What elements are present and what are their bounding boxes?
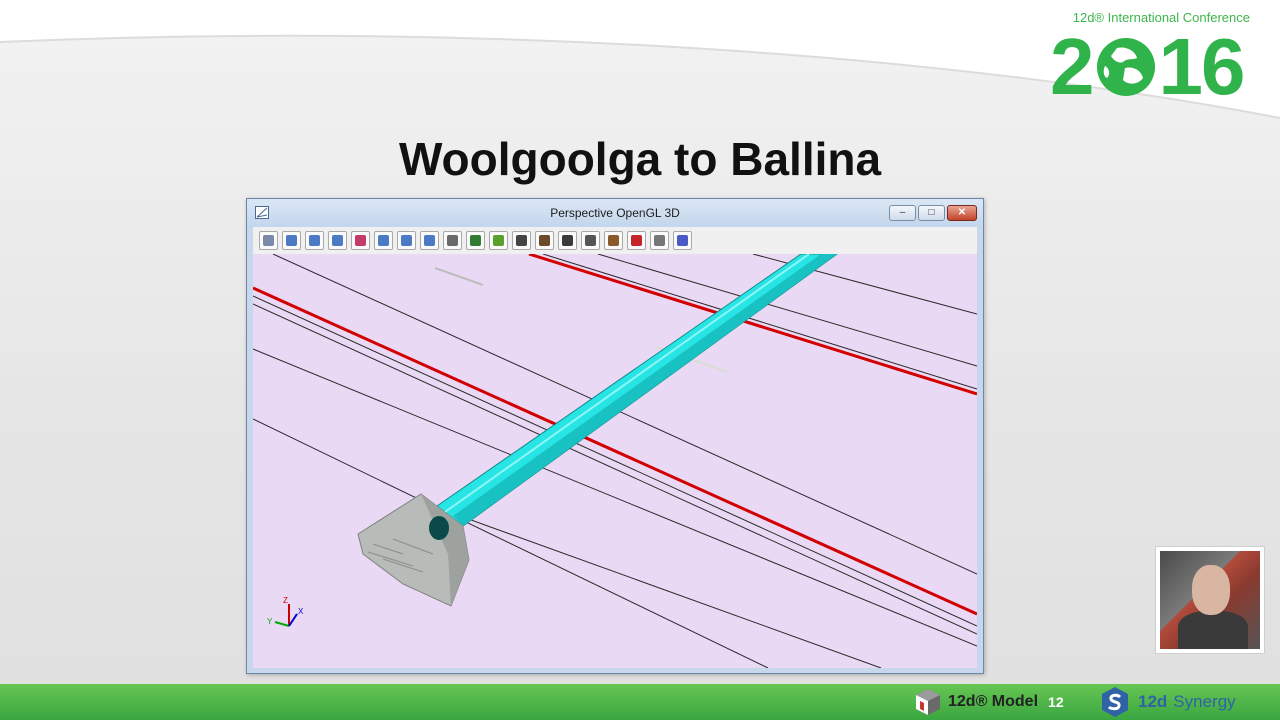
drape-button[interactable] — [604, 231, 623, 250]
window-titlebar[interactable]: Perspective OpenGL 3D – □ ✕ — [247, 199, 983, 227]
year-digits-sixteen: 16 — [1158, 22, 1246, 111]
maximize-icon: □ — [928, 207, 935, 218]
12d-model-cube-icon — [916, 689, 940, 715]
globe-icon — [1096, 38, 1155, 96]
presenter-webcam — [1155, 546, 1265, 654]
window-title: Perspective OpenGL 3D — [550, 206, 680, 220]
zoom-to-point-icon — [355, 235, 366, 246]
eye-icon — [470, 235, 481, 246]
slide-title: Woolgoolga to Ballina — [398, 133, 882, 185]
red-line — [253, 286, 977, 616]
opengl-window[interactable]: Perspective OpenGL 3D – □ ✕ Z Y X — [246, 198, 984, 674]
redraw-icon — [263, 235, 274, 246]
y-axis — [274, 621, 290, 627]
3d-viewport[interactable]: Z Y X — [253, 254, 977, 668]
close-button[interactable]: ✕ — [947, 205, 977, 221]
zoom-out-button[interactable] — [305, 231, 324, 250]
12d-model-version: 12 — [1048, 694, 1064, 710]
lighting-icon — [539, 235, 550, 246]
camera-icon — [516, 235, 527, 246]
12d-synergy-brand: 12d Synergy — [1100, 684, 1236, 720]
print-button[interactable] — [627, 231, 646, 250]
tilt-button[interactable] — [443, 231, 462, 250]
axis-indicator: Z Y X — [267, 596, 304, 627]
string-line — [542, 254, 977, 390]
synergy-name-label: Synergy — [1173, 692, 1236, 711]
z-axis-label: Z — [283, 596, 288, 605]
tilt-icon — [447, 235, 458, 246]
presenter-shirt — [1178, 611, 1248, 649]
footer-bar: 12d® Model 12 12d Synergy — [0, 684, 1280, 720]
fly-icon — [493, 235, 504, 246]
minimize-button[interactable]: – — [889, 205, 916, 221]
copy-icon — [654, 235, 665, 246]
scene-svg: Z Y X — [253, 254, 977, 668]
close-icon: ✕ — [957, 207, 967, 218]
zoom-extent-icon — [401, 235, 412, 246]
zoom-button[interactable] — [420, 231, 439, 250]
string-line — [253, 295, 977, 627]
print-icon — [631, 235, 642, 246]
walk-button[interactable] — [558, 231, 577, 250]
year-digit-two: 2 — [1050, 22, 1094, 111]
y-axis-label: Y — [267, 617, 273, 626]
zoom-icon — [424, 235, 435, 246]
pipe-opening — [429, 516, 449, 540]
walk-icon — [562, 235, 573, 246]
cyan-pipe — [436, 254, 838, 527]
settings-icon — [677, 235, 688, 246]
zoom-to-point-button[interactable] — [351, 231, 370, 250]
x-axis — [288, 613, 298, 627]
settings-button[interactable] — [673, 231, 692, 250]
12d-synergy-logo-icon — [1102, 687, 1128, 717]
zoom-out-icon — [309, 235, 320, 246]
zoom-in-icon — [332, 235, 343, 246]
string-lines — [253, 254, 977, 668]
pan-icon — [286, 235, 297, 246]
minimize-icon: – — [899, 207, 906, 218]
redraw-button[interactable] — [259, 231, 278, 250]
presenter-video — [1160, 551, 1260, 649]
view-toolbar — [253, 227, 977, 254]
x-axis-label: X — [298, 607, 304, 616]
12d-model-brand: 12d® Model 12 — [914, 684, 1064, 720]
12d-model-label: 12d® Model — [948, 693, 1039, 710]
maximize-button[interactable]: □ — [918, 205, 945, 221]
pan-button[interactable] — [282, 231, 301, 250]
zoom-extent-button[interactable] — [397, 231, 416, 250]
string-line — [253, 303, 977, 635]
marker-line — [434, 267, 484, 286]
zoom-in-button[interactable] — [328, 231, 347, 250]
steering-wheel-button[interactable] — [581, 231, 600, 250]
fly-button[interactable] — [489, 231, 508, 250]
eye-button[interactable] — [466, 231, 485, 250]
steering-wheel-icon — [585, 235, 596, 246]
drape-icon — [608, 235, 619, 246]
presenter-face — [1192, 565, 1230, 615]
copy-button[interactable] — [650, 231, 669, 250]
conference-logo: 12d® International Conference 2 16 — [1050, 10, 1250, 111]
conference-year: 2 16 — [1050, 22, 1246, 112]
zoom-window-button[interactable] — [374, 231, 393, 250]
string-line — [412, 498, 882, 668]
zoom-window-icon — [378, 235, 389, 246]
red-line — [528, 254, 977, 396]
synergy-12d-label: 12d — [1138, 692, 1168, 711]
camera-button[interactable] — [512, 231, 531, 250]
lighting-button[interactable] — [535, 231, 554, 250]
red-lines — [253, 254, 977, 616]
